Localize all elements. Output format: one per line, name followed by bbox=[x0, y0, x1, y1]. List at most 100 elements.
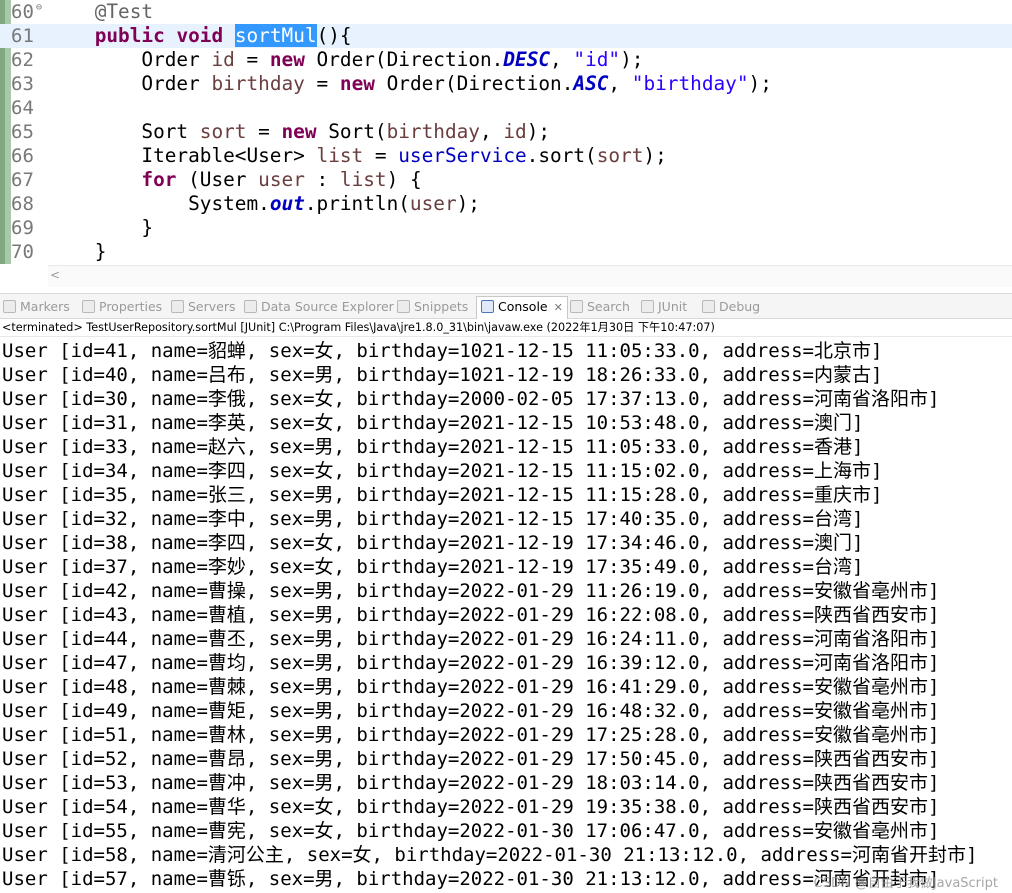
console-line: User [id=54, name=曹华, sex=女, birthday=20… bbox=[2, 796, 940, 818]
tab-data-source-explorer[interactable]: Data Source Explorer bbox=[244, 297, 394, 317]
code-token: = bbox=[363, 144, 399, 167]
code-token: @Test bbox=[94, 0, 154, 23]
code-token: .println( bbox=[304, 192, 410, 215]
line-number: 70 bbox=[11, 241, 34, 263]
console-line: User [id=40, name=吕布, sex=男, birthday=10… bbox=[2, 364, 883, 386]
code-line[interactable]: 70 } bbox=[0, 240, 1012, 264]
tab-label: Markers bbox=[20, 299, 70, 314]
tab-junit[interactable]: JUnit bbox=[641, 297, 687, 317]
code-token: ); bbox=[526, 120, 551, 143]
code-line[interactable]: 69 } bbox=[0, 216, 1012, 240]
tab-debug[interactable]: Debug bbox=[702, 297, 760, 317]
junit-icon bbox=[641, 300, 654, 313]
code-token: (){ bbox=[316, 24, 352, 47]
search-icon bbox=[570, 300, 583, 313]
code-token: list bbox=[339, 168, 387, 191]
code-token: birthday bbox=[386, 120, 480, 143]
tab-snippets[interactable]: Snippets bbox=[397, 297, 468, 317]
code-line[interactable]: 68 System.out.println(user); bbox=[0, 192, 1012, 216]
console-line: User [id=37, name=李妙, sex=女, birthday=20… bbox=[2, 556, 864, 578]
code-token: ASC bbox=[573, 72, 609, 95]
code-token: ); bbox=[620, 48, 644, 71]
code-line[interactable]: 61 public void sortMul(){ bbox=[0, 24, 1012, 48]
console-line: User [id=34, name=李四, sex=女, birthday=20… bbox=[2, 460, 883, 482]
code-line[interactable]: 63 Order birthday = new Order(Direction.… bbox=[0, 72, 1012, 96]
code-token: ); bbox=[643, 144, 667, 167]
console-status: <terminated> TestUserRepository.sortMul … bbox=[0, 319, 1012, 337]
line-number: 69 bbox=[11, 217, 34, 239]
code-token: list bbox=[316, 144, 364, 167]
code-token: } bbox=[48, 240, 107, 263]
code-line[interactable]: 64 bbox=[0, 96, 1012, 120]
code-token: void bbox=[176, 24, 224, 47]
code-token: } bbox=[48, 216, 154, 239]
console-line: User [id=44, name=曹丕, sex=男, birthday=20… bbox=[2, 628, 940, 650]
console-line: User [id=51, name=曹林, sex=男, birthday=20… bbox=[2, 724, 940, 746]
code-token: = bbox=[234, 48, 270, 71]
code-token: System. bbox=[48, 192, 270, 215]
tab-servers[interactable]: Servers bbox=[171, 297, 236, 317]
code-token: id bbox=[211, 48, 235, 71]
code-line[interactable]: 60 ⊖ @Test bbox=[0, 0, 1012, 24]
tab-label: Snippets bbox=[414, 299, 469, 314]
code-text: Sort sort = new Sort(birthday, id); bbox=[48, 120, 550, 144]
code-token: Sort( bbox=[316, 120, 387, 143]
code-text: } bbox=[48, 216, 153, 240]
code-token: user bbox=[409, 192, 457, 215]
watermark: CSDN @自由于我做JavaScript bbox=[813, 876, 998, 891]
tab-label: Console bbox=[498, 299, 548, 314]
line-number: 64 bbox=[11, 97, 34, 119]
tab-label: JUnit bbox=[658, 299, 688, 314]
console-line: User [id=31, name=李英, sex=女, birthday=20… bbox=[2, 412, 864, 434]
console-line: User [id=33, name=赵六, sex=男, birthday=20… bbox=[2, 436, 864, 458]
tab-markers[interactable]: Markers bbox=[3, 297, 70, 317]
console-line: User [id=52, name=曹昂, sex=男, birthday=20… bbox=[2, 748, 940, 770]
code-line[interactable]: 66 Iterable<User> list = userService.sor… bbox=[0, 144, 1012, 168]
console-line: User [id=55, name=曹宪, sex=女, birthday=20… bbox=[2, 820, 940, 842]
code-token: birthday bbox=[211, 72, 305, 95]
tab-label: Debug bbox=[719, 299, 761, 314]
code-token: (User bbox=[176, 168, 259, 191]
code-text: Iterable<User> list = userService.sort(s… bbox=[48, 144, 667, 168]
markers-icon bbox=[3, 300, 16, 313]
tab-search[interactable]: Search bbox=[570, 297, 630, 317]
console-line: User [id=38, name=李四, sex=女, birthday=20… bbox=[2, 532, 864, 554]
code-token: ) { bbox=[386, 168, 422, 191]
line-number: 63 bbox=[11, 73, 34, 95]
close-icon[interactable]: ✕ bbox=[554, 301, 563, 314]
code-token: : bbox=[304, 168, 340, 191]
code-token: for bbox=[141, 168, 177, 191]
code-token: out bbox=[269, 192, 305, 215]
code-line[interactable]: 67 for (User user : list) { bbox=[0, 168, 1012, 192]
console-output[interactable]: User [id=41, name=貂蝉, sex=女, birthday=10… bbox=[0, 339, 1012, 893]
console-line: User [id=42, name=曹操, sex=男, birthday=20… bbox=[2, 580, 940, 602]
code-token: = bbox=[304, 72, 340, 95]
code-token: public bbox=[94, 24, 165, 47]
code-token: new bbox=[281, 120, 317, 143]
code-text: System.out.println(user); bbox=[48, 192, 480, 216]
code-token: Order bbox=[48, 48, 212, 71]
code-token: Order(Direction. bbox=[304, 48, 504, 71]
code-line[interactable]: 62 Order id = new Order(Direction.DESC, … bbox=[0, 48, 1012, 72]
code-line[interactable]: 65 Sort sort = new Sort(birthday, id); bbox=[0, 120, 1012, 144]
line-number: 68 bbox=[11, 193, 34, 215]
views-tab-bar: Markers Properties Servers Data Source Expl… bbox=[0, 293, 1012, 319]
tab-properties[interactable]: Properties bbox=[82, 297, 162, 317]
code-token: , bbox=[550, 48, 574, 71]
tab-console[interactable]: Console ✕ bbox=[476, 296, 568, 319]
fold-collapse-icon[interactable]: ⊖ bbox=[36, 0, 42, 16]
code-text: Order birthday = new Order(Direction.ASC… bbox=[48, 72, 772, 96]
code-token: = bbox=[246, 120, 282, 143]
code-token: .sort( bbox=[526, 144, 597, 167]
code-token: Sort bbox=[48, 120, 200, 143]
console-line: User [id=49, name=曹矩, sex=男, birthday=20… bbox=[2, 700, 940, 722]
editor-horizontal-scrollbar[interactable]: < bbox=[48, 265, 1012, 287]
code-editor[interactable]: 60 ⊖ @Test 61 public void sortMul(){62 Ord… bbox=[0, 0, 1012, 287]
code-token: user bbox=[258, 168, 305, 191]
code-token: Order bbox=[48, 72, 212, 95]
scroll-left-arrow-icon[interactable]: < bbox=[50, 268, 60, 282]
console-line: User [id=53, name=曹冲, sex=男, birthday=20… bbox=[2, 772, 940, 794]
snippets-icon bbox=[397, 300, 410, 313]
